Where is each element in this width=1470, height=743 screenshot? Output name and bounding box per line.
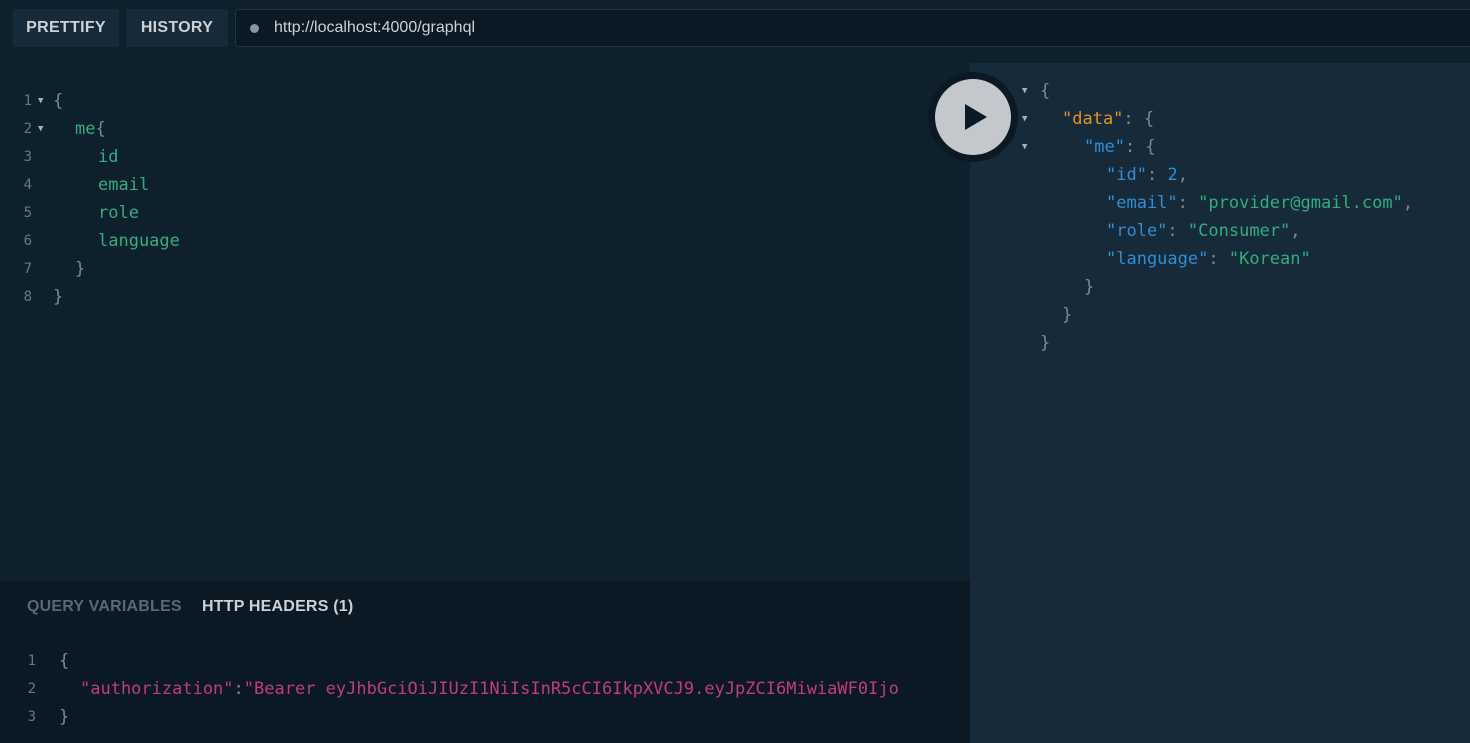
line-number: 3 <box>27 709 36 725</box>
code-line: me{ <box>75 115 106 143</box>
code-line: } <box>53 287 64 307</box>
prettify-button[interactable]: PRETTIFY <box>13 9 119 47</box>
result-panel: ▼ { ▼ "data": { ▼ "me": { "id": 2, "emai… <box>970 63 1470 743</box>
line-number: 2 <box>27 681 36 697</box>
me-key: "me" <box>1084 137 1125 157</box>
code-line: { <box>53 91 64 111</box>
line-number: 1 <box>27 653 36 669</box>
colon: : <box>1177 193 1199 213</box>
colon: : <box>1146 165 1168 185</box>
history-button[interactable]: HISTORY <box>126 9 228 47</box>
authorization-value: "Bearer eyJhbGciOiJIUzI1NiIsInR5cCI6IkpX… <box>243 679 899 699</box>
field-role: role <box>98 203 139 223</box>
variables-panel: QUERY VARIABLES HTTP HEADERS (1) 1 { 2 "… <box>0 581 970 743</box>
fold-arrow-icon[interactable]: ▼ <box>38 115 43 143</box>
role-key: "role" <box>1106 221 1168 241</box>
query-editor[interactable]: 1 ▼ { 2 ▼ me{ 3 id 4 email 5 role 6 lang… <box>0 63 970 581</box>
brace: { <box>95 119 106 139</box>
email-key: "email" <box>1106 193 1178 213</box>
endpoint-url-input[interactable]: http://localhost:4000/graphql <box>235 9 1470 47</box>
code-line: } <box>75 259 86 279</box>
email-value: "provider@gmail.com" <box>1198 193 1403 213</box>
fold-arrow-icon[interactable]: ▼ <box>1022 105 1027 133</box>
tab-query-variables[interactable]: QUERY VARIABLES <box>27 598 182 616</box>
field-email: email <box>98 175 150 195</box>
headers-line: { <box>59 651 70 671</box>
fold-arrow-icon[interactable]: ▼ <box>38 87 43 115</box>
comma: , <box>1402 193 1414 213</box>
language-key: "language" <box>1106 249 1209 269</box>
line-number: 6 <box>23 233 32 249</box>
authorization-key: "authorization" <box>80 679 234 699</box>
result-line: "me": { <box>1084 133 1156 161</box>
id-key: "id" <box>1106 165 1147 185</box>
colon: : <box>1167 221 1188 241</box>
data-key: "data" <box>1062 109 1124 129</box>
tab-http-headers[interactable]: HTTP HEADERS (1) <box>202 598 353 616</box>
endpoint-url-text: http://localhost:4000/graphql <box>274 19 476 36</box>
headers-line[interactable]: "authorization":"Bearer eyJhbGciOiJIUzI1… <box>80 675 899 703</box>
field-me: me <box>75 119 96 139</box>
colon: : <box>1208 249 1229 269</box>
result-line: "email": "provider@gmail.com", <box>1106 189 1413 217</box>
result-line: "data": { <box>1062 105 1154 133</box>
result-line: } <box>1084 277 1095 297</box>
top-toolbar: PRETTIFY HISTORY http://localhost:4000/g… <box>0 0 1470 56</box>
brace: : { <box>1124 137 1156 157</box>
line-number: 1 <box>23 93 32 109</box>
line-number: 5 <box>23 205 32 221</box>
colon: : <box>233 679 244 699</box>
status-dot-icon <box>250 23 259 33</box>
comma: , <box>1177 165 1188 185</box>
result-line: "role": "Consumer", <box>1106 217 1301 245</box>
line-number: 3 <box>23 149 32 165</box>
result-line: } <box>1040 333 1051 353</box>
field-id: id <box>98 147 119 167</box>
run-query-button[interactable] <box>928 72 1018 162</box>
run-button-face[interactable] <box>935 79 1011 155</box>
line-number: 7 <box>23 261 32 277</box>
line-number: 2 <box>23 121 32 137</box>
headers-line: } <box>59 707 70 727</box>
fold-arrow-icon[interactable]: ▼ <box>1022 133 1027 161</box>
result-line: } <box>1062 305 1073 325</box>
fold-arrow-icon[interactable]: ▼ <box>1022 77 1027 105</box>
line-number: 8 <box>23 289 32 305</box>
result-line: "language": "Korean" <box>1106 245 1311 273</box>
comma: , <box>1290 221 1301 241</box>
result-line: "id": 2, <box>1106 161 1188 189</box>
field-language: language <box>98 231 180 251</box>
line-number: 4 <box>23 177 32 193</box>
brace: : { <box>1123 109 1155 129</box>
id-value: 2 <box>1167 165 1178 185</box>
language-value: "Korean" <box>1228 249 1311 269</box>
result-line: { <box>1040 81 1051 101</box>
play-icon <box>965 104 987 130</box>
role-value: "Consumer" <box>1187 221 1291 241</box>
